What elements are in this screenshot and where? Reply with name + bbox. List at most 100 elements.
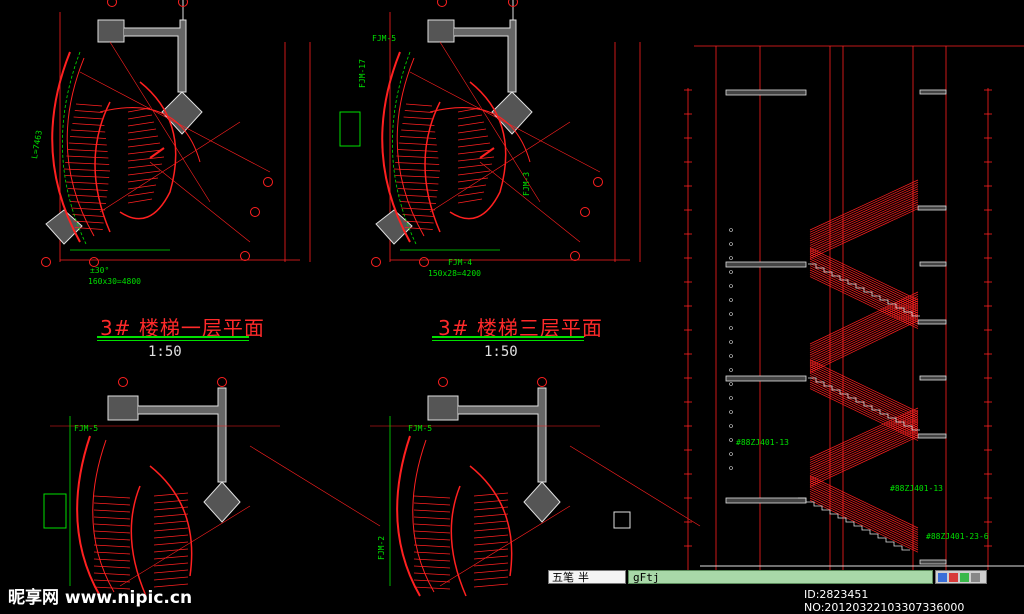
grid-dot	[729, 424, 733, 428]
grid-dot	[729, 326, 733, 330]
grid-dot	[729, 382, 733, 386]
column-diamond	[523, 481, 561, 523]
tread	[153, 548, 189, 553]
tray-icon-3[interactable]	[960, 572, 969, 582]
axis-bubble	[438, 377, 448, 387]
door-label-5: FJM-5	[74, 424, 99, 433]
landing-slab	[919, 375, 947, 381]
floor-slab	[725, 89, 807, 96]
tread	[398, 142, 437, 146]
stair-flight-line	[809, 493, 919, 546]
ime-width-label[interactable]: 半	[578, 571, 589, 584]
grid-dot	[729, 396, 733, 400]
plan-scale-1: 1:50	[148, 344, 182, 360]
column	[97, 19, 125, 43]
stair-flight-line	[809, 366, 919, 419]
grid-dot	[729, 410, 733, 414]
tread	[473, 576, 509, 581]
command-line-input[interactable]: gFtj	[628, 570, 933, 584]
grid-dot	[729, 256, 733, 260]
ime-status-bar[interactable]: 五笔 半	[548, 570, 626, 584]
floor-slab	[725, 261, 807, 268]
stair-curve	[94, 101, 111, 233]
tread	[127, 184, 157, 190]
stair-curve	[412, 439, 435, 593]
ime-mode-label[interactable]: 五笔	[552, 571, 574, 584]
tread	[395, 162, 440, 165]
tread	[413, 551, 451, 555]
tread	[93, 572, 131, 576]
stair-flight-line	[809, 304, 919, 358]
tread	[127, 107, 151, 113]
stair-flight-line	[809, 260, 919, 314]
stair-flight-line	[809, 315, 919, 369]
equipment-box	[43, 493, 67, 529]
tread	[68, 142, 107, 146]
landing-slab	[917, 433, 947, 439]
grid-dot	[729, 354, 733, 358]
stair-flight-line	[809, 361, 919, 415]
door-label-1: FJM-5	[372, 34, 397, 43]
detail-ref-1: #88ZJ401-13	[736, 438, 789, 447]
stair-flight-line	[809, 276, 919, 329]
tread	[413, 509, 451, 513]
tread	[457, 198, 483, 204]
tread	[457, 191, 485, 197]
tread	[69, 136, 107, 139]
tread	[153, 513, 189, 518]
tread	[473, 499, 509, 504]
tread	[413, 523, 451, 527]
cad-drawing-canvas[interactable]	[0, 0, 1024, 612]
axis-bubble	[419, 257, 429, 267]
tread	[127, 156, 165, 162]
tread	[127, 128, 157, 134]
tread	[473, 541, 509, 546]
stair-flight-line	[809, 364, 919, 417]
tray-icon-2[interactable]	[949, 572, 958, 582]
axis-bubble	[593, 177, 603, 187]
grid-dot	[729, 438, 733, 442]
stair-flight-line	[809, 271, 919, 325]
stair-flight-line	[809, 486, 919, 540]
leader	[119, 505, 251, 587]
grid-dot	[729, 340, 733, 344]
stair-section	[684, 45, 1024, 570]
tread	[127, 177, 159, 183]
tread	[72, 214, 105, 217]
stair-flight-line	[809, 320, 919, 373]
equipment-box	[613, 511, 631, 529]
tread	[127, 142, 161, 148]
grid-dot	[729, 312, 733, 316]
tread	[413, 530, 451, 534]
tray-icon-1[interactable]	[938, 572, 947, 582]
title-underline-1	[97, 336, 249, 338]
tread	[398, 194, 437, 198]
tread	[473, 583, 509, 588]
title-underline-1b	[97, 340, 249, 341]
door-label-7: FJM-2	[377, 535, 386, 560]
tread	[153, 534, 189, 539]
door-label-4: FJM-3	[522, 171, 531, 196]
landing-slab	[919, 89, 947, 95]
landing-slab	[919, 559, 947, 565]
tread	[127, 170, 161, 176]
tray-icon-4[interactable]	[971, 572, 980, 582]
stair-curve	[396, 435, 421, 597]
door-label-6: FJM-5	[408, 424, 433, 433]
wall	[124, 19, 187, 93]
tread	[413, 579, 451, 583]
tread	[457, 114, 483, 120]
tread	[403, 116, 434, 120]
stair-flight-line	[809, 293, 919, 347]
leader	[99, 121, 241, 213]
tread	[93, 565, 131, 569]
tread	[413, 544, 451, 548]
stair-flight-line	[809, 497, 919, 551]
stair-flight-line	[809, 309, 919, 362]
tread	[473, 548, 509, 553]
axis-bubble	[118, 377, 128, 387]
stair-flight-line	[809, 495, 919, 549]
tray-icons[interactable]	[935, 570, 987, 584]
landing-slab	[919, 261, 947, 267]
axis-bubble	[580, 207, 590, 217]
